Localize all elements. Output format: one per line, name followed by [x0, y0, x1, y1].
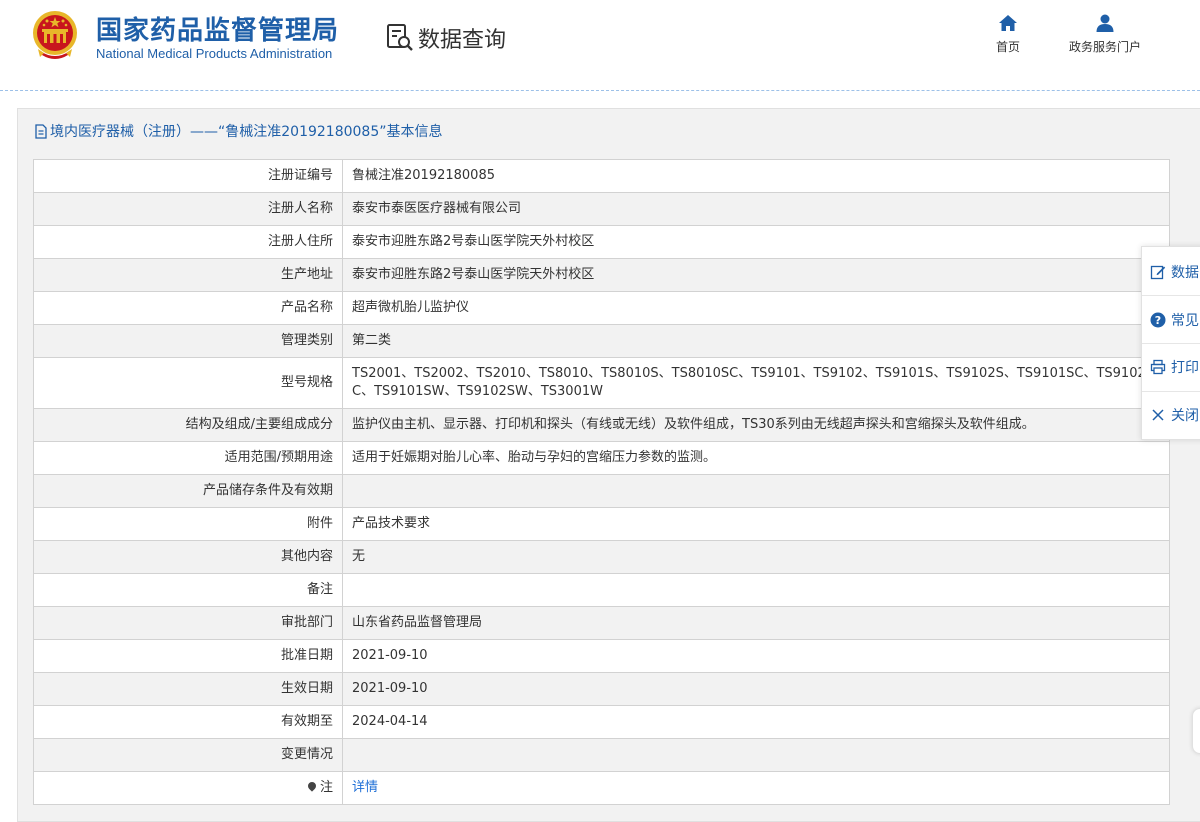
nav-home-label: 首页	[995, 40, 1020, 54]
row-value	[342, 474, 1170, 508]
table-row-approval-date: 批准日期 2021-09-10	[33, 639, 1170, 673]
site-logo-title[interactable]: 国家药品监督管理局	[96, 10, 339, 47]
row-label: 型号规格	[33, 357, 343, 409]
row-value: 2021-09-10	[342, 639, 1170, 673]
table-row-model-spec: 型号规格 TS2001、TS2002、TS2010、TS8010、TS8010S…	[33, 357, 1170, 409]
details-link[interactable]: 详情	[352, 780, 378, 795]
row-label: 注册人住所	[33, 225, 343, 259]
float-item-data[interactable]: 数据	[1150, 260, 1199, 284]
table-row-approval-dept: 审批部门 山东省药品监督管理局	[33, 606, 1170, 640]
nav-service-portal-label: 政务服务门户	[1068, 40, 1141, 54]
table-row-production-address: 生产地址 泰安市迎胜东路2号泰山医学院天外村校区	[33, 258, 1170, 292]
row-value: 2024-04-14	[342, 705, 1170, 739]
row-value: 第二类	[342, 324, 1170, 358]
row-label: 产品名称	[33, 291, 343, 325]
table-row-registrant-address: 注册人住所 泰安市迎胜东路2号泰山医学院天外村校区	[33, 225, 1170, 259]
float-item-label: 常见	[1171, 313, 1199, 329]
row-label: 注册人名称	[33, 192, 343, 226]
panel-title: 境内医疗器械（注册）——“鲁械注准20192180085”基本信息	[34, 121, 442, 141]
close-icon	[1152, 409, 1164, 421]
row-label: 适用范围/预期用途	[33, 441, 343, 475]
nav-service-portal[interactable]: 政务服务门户	[1058, 14, 1152, 55]
data-query-icon	[387, 24, 413, 51]
float-item-print[interactable]: 打印	[1150, 355, 1199, 379]
float-divider	[1142, 295, 1200, 296]
row-label: 有效期至	[33, 705, 343, 739]
float-divider	[1142, 391, 1200, 392]
row-value: TS2001、TS2002、TS2010、TS8010、TS8010S、TS80…	[342, 357, 1170, 409]
row-label: 管理类别	[33, 324, 343, 358]
header-divider	[0, 90, 1200, 91]
svg-text:?: ?	[1155, 314, 1161, 327]
table-row-registration-no: 注册证编号 鲁械注准20192180085	[33, 159, 1170, 193]
site-header: 国家药品监督管理局 National Medical Products Admi…	[0, 0, 1200, 90]
row-label: 注	[33, 771, 343, 805]
row-value: 详情	[342, 771, 1170, 805]
site-logo-subtitle: National Medical Products Administration	[96, 46, 333, 61]
row-label: 备注	[33, 573, 343, 607]
floating-toolbar: 数据 ? 常见 打印 关闭	[1141, 246, 1200, 440]
registration-info-table: 注册证编号 鲁械注准20192180085 注册人名称 泰安市泰医医疗器械有限公…	[33, 159, 1170, 805]
row-label: 结构及组成/主要组成成分	[33, 408, 343, 442]
row-label: 变更情况	[33, 738, 343, 772]
row-label: 注册证编号	[33, 159, 343, 193]
pin-icon	[306, 780, 318, 792]
table-row-remarks: 备注	[33, 573, 1170, 607]
table-row-valid-until: 有效期至 2024-04-14	[33, 705, 1170, 739]
row-value: 泰安市泰医医疗器械有限公司	[342, 192, 1170, 226]
document-icon	[35, 123, 47, 139]
row-value: 鲁械注准20192180085	[342, 159, 1170, 193]
detail-panel: 境内医疗器械（注册）——“鲁械注准20192180085”基本信息 注册证编号 …	[17, 108, 1200, 822]
row-label: 产品储存条件及有效期	[33, 474, 343, 508]
question-icon: ?	[1150, 312, 1166, 328]
row-value: 无	[342, 540, 1170, 574]
table-row-effective-date: 生效日期 2021-09-10	[33, 672, 1170, 706]
row-value: 2021-09-10	[342, 672, 1170, 706]
row-value: 监护仪由主机、显示器、打印机和探头（有线或无线）及软件组成，TS30系列由无线超…	[342, 408, 1170, 442]
edit-icon	[1150, 265, 1166, 280]
table-row-attachment: 附件 产品技术要求	[33, 507, 1170, 541]
row-value: 山东省药品监督管理局	[342, 606, 1170, 640]
float-item-label: 关闭	[1171, 408, 1199, 424]
side-expand-tab[interactable]	[1192, 708, 1200, 754]
table-row-structure: 结构及组成/主要组成成分 监护仪由主机、显示器、打印机和探头（有线或无线）及软件…	[33, 408, 1170, 442]
table-row-product-name: 产品名称 超声微机胎儿监护仪	[33, 291, 1170, 325]
note-label: 注	[319, 780, 333, 795]
float-item-faq[interactable]: ? 常见	[1150, 308, 1199, 332]
panel-title-text: 境内医疗器械（注册）——“鲁械注准20192180085”基本信息	[50, 124, 443, 140]
row-value: 泰安市迎胜东路2号泰山医学院天外村校区	[342, 225, 1170, 259]
nav-home[interactable]: 首页	[988, 14, 1028, 55]
row-value: 泰安市迎胜东路2号泰山医学院天外村校区	[342, 258, 1170, 292]
row-label: 审批部门	[33, 606, 343, 640]
row-label: 生产地址	[33, 258, 343, 292]
float-divider	[1142, 343, 1200, 344]
table-row-storage: 产品储存条件及有效期	[33, 474, 1170, 508]
table-row-registrant-name: 注册人名称 泰安市泰医医疗器械有限公司	[33, 192, 1170, 226]
home-icon	[999, 15, 1017, 31]
user-icon	[1096, 14, 1114, 32]
printer-icon	[1150, 359, 1166, 375]
row-label: 生效日期	[33, 672, 343, 706]
row-value	[342, 738, 1170, 772]
row-label: 其他内容	[33, 540, 343, 574]
table-row-other-content: 其他内容 无	[33, 540, 1170, 574]
row-value	[342, 573, 1170, 607]
row-value: 适用于妊娠期对胎儿心率、胎动与孕妇的宫缩压力参数的监测。	[342, 441, 1170, 475]
row-label: 附件	[33, 507, 343, 541]
national-emblem-icon	[33, 11, 77, 59]
row-value: 超声微机胎儿监护仪	[342, 291, 1170, 325]
table-row-change-history: 变更情况	[33, 738, 1170, 772]
float-item-close[interactable]: 关闭	[1150, 403, 1199, 427]
float-item-label: 数据	[1171, 265, 1199, 281]
float-item-label: 打印	[1171, 360, 1199, 376]
table-row-management-class: 管理类别 第二类	[33, 324, 1170, 358]
section-title: 数据查询	[418, 28, 507, 53]
table-row-intended-use: 适用范围/预期用途 适用于妊娠期对胎儿心率、胎动与孕妇的宫缩压力参数的监测。	[33, 441, 1170, 475]
row-value: 产品技术要求	[342, 507, 1170, 541]
table-row-note: 注 详情	[33, 771, 1170, 805]
row-label: 批准日期	[33, 639, 343, 673]
